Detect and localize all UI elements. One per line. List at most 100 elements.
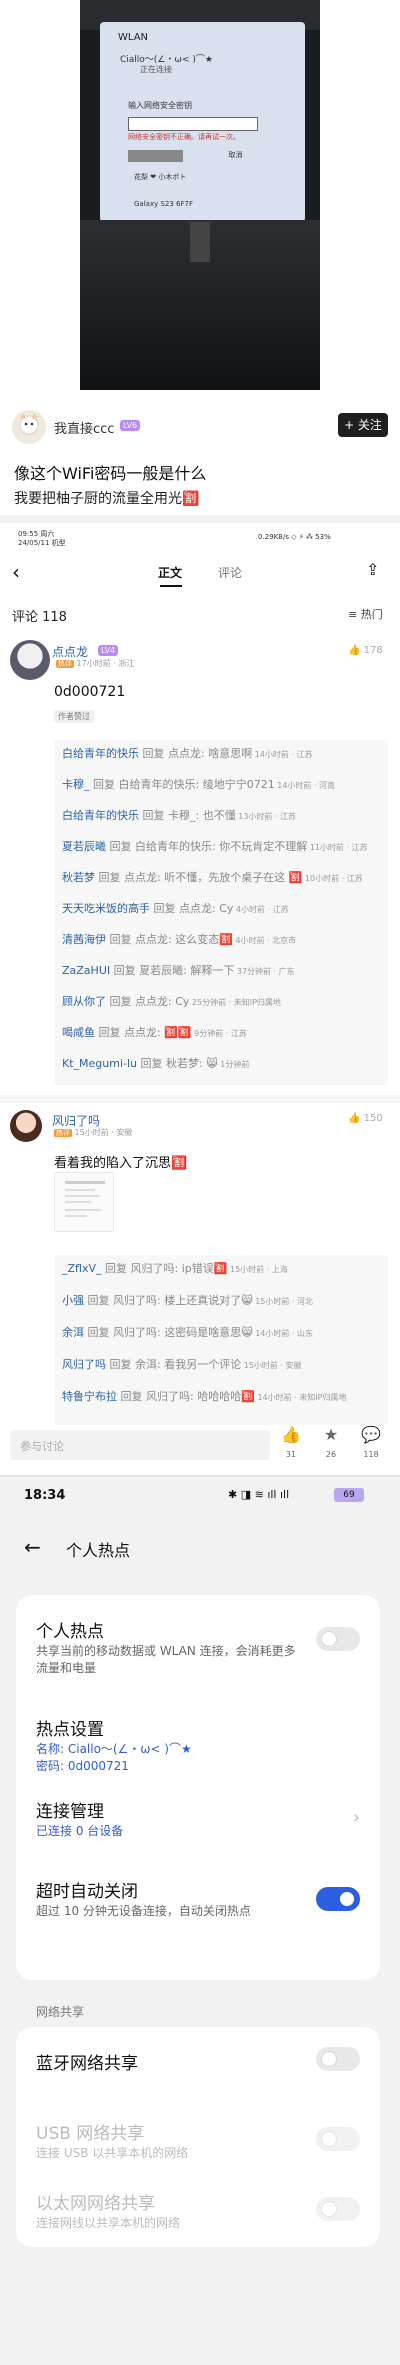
comment-like-count[interactable]: 👍 178 bbox=[348, 645, 383, 656]
comment-avatar[interactable] bbox=[10, 1110, 42, 1142]
comment-like-count[interactable]: 👍 150 bbox=[348, 1113, 383, 1124]
reply-text: 回复 夏若辰曦: 解释一下 bbox=[110, 964, 235, 977]
reply-item[interactable]: 白给青年的快乐 回复 卡穆_: 也不懂 13小时前 · 江苏 bbox=[62, 808, 384, 824]
reply-text: 回复 点点龙: Cy bbox=[150, 902, 234, 915]
photo-connecting-status: 正在连接 bbox=[140, 65, 172, 74]
favorite-action-count: 26 bbox=[325, 1450, 337, 1459]
toggle-knob bbox=[322, 2132, 336, 2146]
reply-meta: 11小时前 · 江苏 bbox=[307, 843, 368, 852]
author-name[interactable]: 我直接ccc bbox=[54, 418, 114, 437]
reply-item[interactable]: 余洱 回复 风归了吗: 这密码是啥意思😸 14小时前 · 山东 bbox=[62, 1325, 384, 1341]
reply-author[interactable]: 喝咸鱼 bbox=[62, 1026, 95, 1039]
network-sharing-section-label: 网络共享 bbox=[36, 2005, 85, 2019]
comment-text: 0d000721 bbox=[54, 684, 126, 700]
photo-password-prompt: 输入网络安全密钥 bbox=[128, 101, 192, 110]
battery-icon: 69 bbox=[334, 1488, 364, 1502]
comment-image-thumbnail[interactable] bbox=[54, 1172, 114, 1232]
comment-time-location: 15小时前 · 安徽 bbox=[74, 1128, 133, 1137]
reply-item[interactable]: 卡穆_ 回复 白给青年的快乐: 绫地宁宁0721 14小时前 · 河南 bbox=[62, 777, 384, 793]
reply-meta: 37分钟前 · 广东 bbox=[234, 967, 295, 976]
reply-item[interactable]: 特鲁宁布拉 回复 风归了吗: 哈哈哈哈🈹 14小时前 · 未知IP归属地 bbox=[62, 1389, 384, 1405]
post-photo[interactable]: WLAN Ciallo～(∠・ω< )⌒★ 正在连接 输入网络安全密钥 网络安全… bbox=[80, 0, 320, 390]
photo-network-item: 花梨 ❤ 小木ボト bbox=[134, 173, 187, 181]
comment-like-number: 150 bbox=[363, 1113, 383, 1124]
reply-item[interactable]: 夏若辰曦 回复 白给青年的快乐: 你不玩肯定不理解 11小时前 · 江苏 bbox=[62, 839, 384, 855]
reply-item[interactable]: 风归了吗 回复 余洱: 看我另一个评论 15小时前 · 安徽 bbox=[62, 1357, 384, 1373]
reply-author[interactable]: 天天吃米饭的高手 bbox=[62, 902, 150, 915]
hotspot-name: 名称: Ciallo～(∠・ω< )⌒★ bbox=[36, 1742, 192, 1756]
reply-item[interactable]: _ZflxV_ 回复 风归了吗: ip错误🈹 15小时前 · 上海 bbox=[62, 1261, 384, 1277]
reply-author[interactable]: 秋若梦 bbox=[62, 871, 95, 884]
reply-author[interactable]: 卡穆_ bbox=[62, 778, 90, 791]
ethernet-sharing-toggle bbox=[316, 2197, 360, 2221]
reply-item[interactable]: 小强 回复 风归了吗: 楼上还真说对了😸 15小时前 · 河北 bbox=[62, 1293, 384, 1309]
reply-item[interactable]: 白给青年的快乐 回复 点点龙: 啥意思啊 14小时前 · 江苏 bbox=[62, 746, 384, 762]
toggle-knob bbox=[322, 2052, 336, 2066]
photo-error-text: 网络安全密钥不正确。请再试一次。 bbox=[128, 133, 240, 141]
post-photo-area: WLAN Ciallo～(∠・ω< )⌒★ 正在连接 输入网络安全密钥 网络安全… bbox=[0, 0, 400, 405]
tab-active-indicator bbox=[160, 585, 182, 587]
auto-off-toggle[interactable] bbox=[316, 1887, 360, 1911]
author-avatar[interactable] bbox=[12, 410, 46, 444]
reply-author[interactable]: _ZflxV_ bbox=[62, 1262, 102, 1275]
reply-author[interactable]: ZaZaHUI bbox=[62, 964, 110, 977]
reply-meta: 15小时前 · 河北 bbox=[252, 1297, 314, 1306]
avatar-image bbox=[12, 410, 46, 444]
reply-meta: 25分钟前 · 未知IP归属地 bbox=[189, 998, 281, 1007]
reply-author[interactable]: 风归了吗 bbox=[62, 1358, 106, 1371]
hotspot-settings-title: 热点设置 bbox=[36, 1720, 104, 1740]
reply-author[interactable]: 白给青年的快乐 bbox=[62, 809, 139, 822]
reply-author[interactable]: 小强 bbox=[62, 1294, 84, 1307]
reply-author[interactable]: 顾从你了 bbox=[62, 995, 106, 1008]
reply-meta: 4小时前 · 北京市 bbox=[232, 936, 297, 945]
follow-button[interactable]: + 关注 bbox=[338, 413, 388, 437]
photo-laptop-screen: WLAN Ciallo～(∠・ω< )⌒★ 正在连接 输入网络安全密钥 网络安全… bbox=[100, 22, 305, 222]
reply-text: 回复 白给青年的快乐: 你不玩肯定不理解 bbox=[106, 840, 308, 853]
reply-author[interactable]: Kt_Megumi-lu bbox=[62, 1057, 137, 1070]
reply-author[interactable]: 余洱 bbox=[62, 1326, 84, 1339]
photo-monitor-stand bbox=[190, 222, 210, 262]
reply-author[interactable]: 特鲁宁布拉 bbox=[62, 1390, 117, 1403]
reply-text: 回复 秋若梦: 😸 bbox=[137, 1057, 218, 1070]
reply-author[interactable]: 夏若辰曦 bbox=[62, 840, 106, 853]
reply-meta: 15小时前 · 上海 bbox=[227, 1265, 288, 1274]
photo-password-box bbox=[128, 117, 258, 131]
bluetooth-sharing-toggle[interactable] bbox=[316, 2047, 360, 2071]
sort-hot-button[interactable]: ≡ 热门 bbox=[348, 606, 383, 622]
share-icon[interactable]: ⇪ bbox=[366, 560, 379, 579]
back-icon[interactable]: ‹ bbox=[12, 560, 20, 584]
reply-item[interactable]: 喝咸鱼 回复 点点龙: 🈹🈹 9分钟前 · 江苏 bbox=[62, 1025, 384, 1041]
usb-sharing-title: USB 网络共享 bbox=[36, 2124, 145, 2144]
thumb-up-icon: 👍 bbox=[348, 645, 361, 656]
reply-item[interactable]: 天天吃米饭的高手 回复 点点龙: Cy 4小时前 · 江苏 bbox=[62, 901, 384, 917]
reply-meta: 14小时前 · 未知IP归属地 bbox=[254, 1393, 347, 1402]
reply-item[interactable]: Kt_Megumi-lu 回复 秋若梦: 😸 1分钟前 bbox=[62, 1056, 384, 1072]
toggle-knob bbox=[322, 2202, 336, 2216]
photo-next-button bbox=[128, 150, 183, 162]
reply-author[interactable]: 清茜海伊 bbox=[62, 933, 106, 946]
reply-author[interactable]: 白给青年的快乐 bbox=[62, 747, 139, 760]
like-action-icon[interactable]: 👍 bbox=[276, 1425, 306, 1444]
photo-network-item: Galaxy S23 6F7F bbox=[134, 200, 193, 208]
reply-list: _ZflxV_ 回复 风归了吗: ip错误🈹 15小时前 · 上海 小强 回复 风… bbox=[54, 1255, 388, 1425]
section-divider bbox=[0, 515, 400, 523]
favorite-action-icon[interactable]: ★ bbox=[316, 1425, 346, 1444]
author-level-badge: LV6 bbox=[120, 420, 141, 431]
comment-avatar[interactable] bbox=[10, 640, 50, 680]
network-sharing-card: 蓝牙网络共享 USB 网络共享 连接 USB 以共享本机的网络 以太网网络共享 … bbox=[16, 2027, 380, 2247]
comment-divider bbox=[0, 1095, 400, 1103]
thumb-up-icon: 👍 bbox=[348, 1113, 361, 1124]
reply-item[interactable]: 清茜海伊 回复 点点龙: 这么变态🈹 4小时前 · 北京市 bbox=[62, 932, 384, 948]
reply-item[interactable]: 顾从你了 回复 点点龙: Cy 25分钟前 · 未知IP归属地 bbox=[62, 994, 384, 1010]
comment-like-number: 178 bbox=[363, 645, 383, 656]
comment-action-icon[interactable]: 💬 bbox=[356, 1425, 386, 1444]
tab-comments[interactable]: 评论 bbox=[218, 564, 242, 581]
comment-action-count: 118 bbox=[363, 1450, 379, 1459]
status-bar-time: 09:55 周六 24/05/11 机型 bbox=[18, 530, 66, 547]
reply-meta: 1分钟前 bbox=[217, 1060, 250, 1069]
tab-main-text[interactable]: 正文 bbox=[158, 564, 182, 581]
back-arrow-icon[interactable]: ← bbox=[24, 1535, 41, 1559]
reply-item[interactable]: 秋若梦 回复 点点龙: 听不懂，先放个桌子在这 🈹 10小时前 · 江苏 bbox=[62, 870, 384, 886]
reply-item[interactable]: ZaZaHUI 回复 夏若辰曦: 解释一下 37分钟前 · 广东 bbox=[62, 963, 384, 979]
personal-hotspot-toggle[interactable] bbox=[316, 1627, 360, 1651]
